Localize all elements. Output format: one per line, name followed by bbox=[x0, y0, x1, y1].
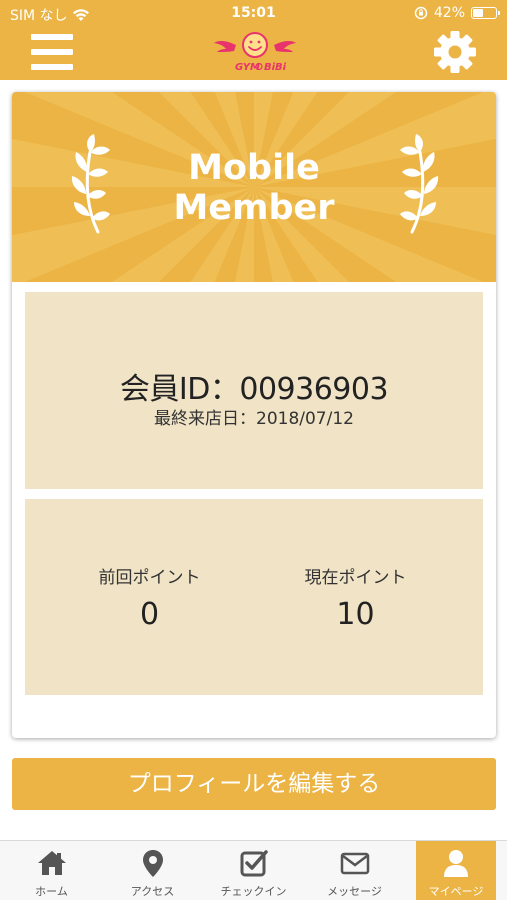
settings-button[interactable] bbox=[433, 30, 477, 74]
orientation-lock-icon bbox=[414, 6, 428, 20]
app-logo: GYM BiBi bbox=[214, 32, 296, 73]
tab-home[interactable]: ホーム bbox=[1, 841, 102, 900]
app-header: SIM なし 15:01 42% GYM BiBi bbox=[0, 0, 507, 80]
tab-bar: ホーム アクセス チェックイン メッセージ マイページ bbox=[0, 840, 507, 900]
last-visit-value: 2018/07/12 bbox=[256, 409, 354, 429]
points-panel: 前回ポイント 0 現在ポイント 10 bbox=[25, 499, 483, 695]
tab-mypage-label: マイページ bbox=[428, 885, 484, 898]
current-points-value: 10 bbox=[336, 597, 375, 632]
member-id-panel: 会員ID：00936903 最終来店日：2018/07/12 bbox=[25, 292, 483, 489]
tab-checkin-label: チェックイン bbox=[220, 885, 287, 898]
gear-icon bbox=[434, 31, 476, 73]
previous-points-value: 0 bbox=[139, 597, 160, 632]
last-visit-line: 最終来店日：2018/07/12 bbox=[25, 404, 483, 429]
logo-text-right: BiBi bbox=[264, 62, 287, 73]
member-id-label: 会員ID： bbox=[119, 372, 240, 407]
mail-icon bbox=[340, 852, 369, 875]
status-right: 42% bbox=[414, 5, 500, 21]
map-pin-icon bbox=[142, 850, 163, 877]
status-bar: SIM なし 15:01 42% bbox=[0, 0, 507, 26]
battery-percent: 42% bbox=[433, 5, 465, 21]
tab-message[interactable]: メッセージ bbox=[304, 841, 405, 900]
tab-access[interactable]: アクセス bbox=[102, 841, 203, 900]
menu-button[interactable] bbox=[31, 34, 73, 70]
member-id-line: 会員ID：00936903 bbox=[25, 364, 483, 408]
edit-profile-button[interactable]: プロフィールを編集する bbox=[12, 758, 496, 810]
card-banner: Mobile Member bbox=[12, 92, 496, 282]
previous-points-label: 前回ポイント bbox=[98, 568, 201, 588]
member-id-value: 00936903 bbox=[239, 372, 389, 407]
battery-icon bbox=[471, 7, 500, 19]
tab-checkin[interactable]: チェックイン bbox=[203, 841, 304, 900]
home-icon bbox=[37, 851, 66, 875]
tab-access-label: アクセス bbox=[130, 885, 175, 898]
checkbox-icon bbox=[240, 850, 268, 877]
card-title: Mobile Member bbox=[173, 148, 335, 228]
tab-home-label: ホーム bbox=[35, 885, 68, 898]
current-points-label: 現在ポイント bbox=[304, 568, 407, 588]
last-visit-label: 最終来店日： bbox=[154, 409, 256, 429]
user-icon bbox=[444, 850, 468, 877]
member-card: Mobile Member 会員ID：00936903 最終来店日：2018/0… bbox=[12, 92, 496, 738]
tab-mypage[interactable]: マイページ bbox=[416, 841, 496, 900]
tab-message-label: メッセージ bbox=[327, 885, 382, 898]
